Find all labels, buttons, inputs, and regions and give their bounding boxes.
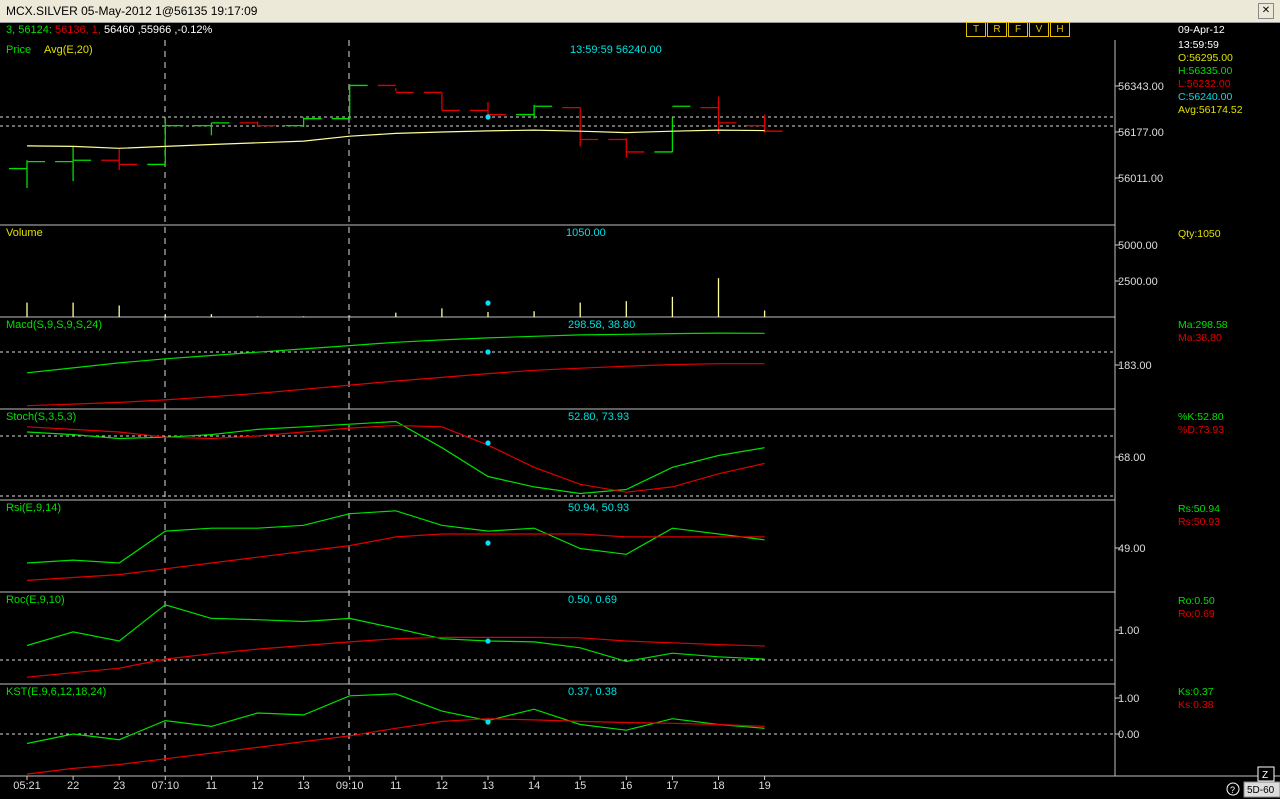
- macd-line-fast: [26, 332, 765, 374]
- cursor-dot-5: [485, 638, 491, 644]
- quote-part3: 56460 ,55966 ,-0.12%: [104, 24, 212, 36]
- axis-price-3: 56011.00: [1118, 173, 1163, 185]
- stoch-readout: 52.80, 73.93: [568, 411, 629, 423]
- x-axis-label: 13: [482, 780, 494, 792]
- info-low: L:56232.00: [1178, 78, 1231, 90]
- x-axis-label: 11: [390, 780, 401, 792]
- x-axis-label: 17: [666, 780, 678, 792]
- info-macd-b: Ma:38.80: [1178, 332, 1222, 344]
- help-label: ?: [1230, 785, 1235, 795]
- axis-kst-1: 1.00: [1118, 693, 1139, 705]
- cursor-dot-4: [485, 540, 491, 546]
- cursor-dot-0: [485, 114, 491, 120]
- info-time: 13:59:59: [1178, 39, 1219, 51]
- axis-price-1: 56343.00: [1118, 81, 1164, 93]
- roc-line-fast: [26, 604, 765, 663]
- axis-rsi: 49.00: [1118, 543, 1146, 555]
- x-axis-label: 13: [297, 780, 309, 792]
- quote-part2: 56136, 1,: [55, 24, 101, 36]
- stoch-line-d: [26, 424, 765, 493]
- quote-part1: 3, 56124:: [6, 24, 52, 36]
- stoch-label: Stoch(S,3,5,3): [6, 411, 76, 423]
- x-axis-label: 19: [758, 780, 770, 792]
- axis-kst-2: 0.00: [1118, 729, 1139, 741]
- x-axis-label: 07:10: [152, 780, 180, 792]
- rsi-line-slow: [26, 533, 765, 581]
- info-open: O:56295.00: [1178, 52, 1233, 64]
- info-macd-a: Ma:298.58: [1178, 319, 1228, 331]
- info-qty: Qty:1050: [1178, 228, 1221, 240]
- window-title: MCX.SILVER 05-May-2012 1@56135 19:17:09: [6, 4, 258, 18]
- x-axis-label: 23: [113, 780, 125, 792]
- kst-readout: 0.37, 0.38: [568, 686, 617, 698]
- avg-line: [26, 129, 765, 149]
- x-axis-label: 12: [251, 780, 263, 792]
- x-axis-label: 09:10: [336, 780, 364, 792]
- info-roc-a: Ro:0.50: [1178, 595, 1215, 607]
- axis-volume-1: 5000.00: [1118, 240, 1158, 252]
- axis-price-2: 56177.00: [1118, 127, 1164, 139]
- roc-label: Roc(E,9,10): [6, 594, 65, 606]
- close-icon[interactable]: ✕: [1258, 3, 1274, 19]
- macd-line-slow: [26, 363, 765, 407]
- info-date: 09-Apr-12: [1178, 24, 1225, 36]
- info-stoch-k: %K:52.80: [1178, 411, 1224, 423]
- roc-readout: 0.50, 0.69: [568, 594, 617, 606]
- avg-label: Avg(E,20): [44, 44, 93, 56]
- axis-stoch: 68.00: [1118, 452, 1146, 464]
- kst-line-fast: [26, 693, 765, 745]
- price-readout: 13:59:59 56240.00: [570, 44, 662, 56]
- axis-volume-2: 2500.00: [1118, 276, 1158, 288]
- volume-readout: 1050.00: [566, 227, 606, 239]
- x-axis-label: 22: [67, 780, 79, 792]
- x-axis-label: 14: [528, 780, 540, 792]
- axis-macd: 183.00: [1118, 360, 1152, 372]
- cursor-dot-2: [485, 349, 491, 355]
- cursor-dot-3: [485, 440, 491, 446]
- x-axis-label: 11: [206, 780, 217, 792]
- info-rsi-b: Rs:50.93: [1178, 516, 1220, 528]
- info-rsi-a: Rs:50.94: [1178, 503, 1220, 515]
- info-kst-a: Ks:0.37: [1178, 686, 1214, 698]
- x-axis-label: 18: [712, 780, 724, 792]
- info-roc-b: Ro:0.69: [1178, 608, 1215, 620]
- stoch-line-k: [26, 420, 765, 495]
- price-label: Price: [6, 44, 31, 56]
- rsi-label: Rsi(E,9,14): [6, 502, 61, 514]
- x-axis-label: 12: [436, 780, 448, 792]
- kst-line-slow: [26, 718, 765, 775]
- axis-roc: 1.00: [1118, 625, 1139, 637]
- x-axis-label: 16: [620, 780, 632, 792]
- roc-line-slow: [26, 636, 765, 678]
- macd-label: Macd(S,9,S,9,S,24): [6, 319, 102, 331]
- cursor-dot-1: [485, 300, 491, 306]
- info-stoch-d: %D:73.93: [1178, 424, 1224, 436]
- title-bar: MCX.SILVER 05-May-2012 1@56135 19:17:09 …: [0, 0, 1280, 23]
- x-axis-label: 15: [574, 780, 586, 792]
- macd-readout: 298.58, 38.80: [568, 319, 635, 331]
- volume-label: Volume: [6, 227, 43, 239]
- chart-area[interactable]: 3, 56124: 56136, 1, 56460 ,55966 ,-0.12%…: [0, 22, 1280, 799]
- info-avg: Avg:56174.52: [1178, 104, 1243, 116]
- rsi-readout: 50.94, 50.93: [568, 502, 629, 514]
- info-kst-b: Ks:0.38: [1178, 699, 1214, 711]
- zoom-label: Z: [1262, 770, 1268, 781]
- info-high: H:56335.00: [1178, 65, 1232, 77]
- period-label: 5D-60: [1247, 785, 1275, 796]
- cursor-dot-6: [485, 719, 491, 725]
- x-axis-label: 05:21: [13, 780, 41, 792]
- kst-label: KST(E,9,6,12,18,24): [6, 686, 106, 698]
- info-close: C:56240.00: [1178, 91, 1232, 103]
